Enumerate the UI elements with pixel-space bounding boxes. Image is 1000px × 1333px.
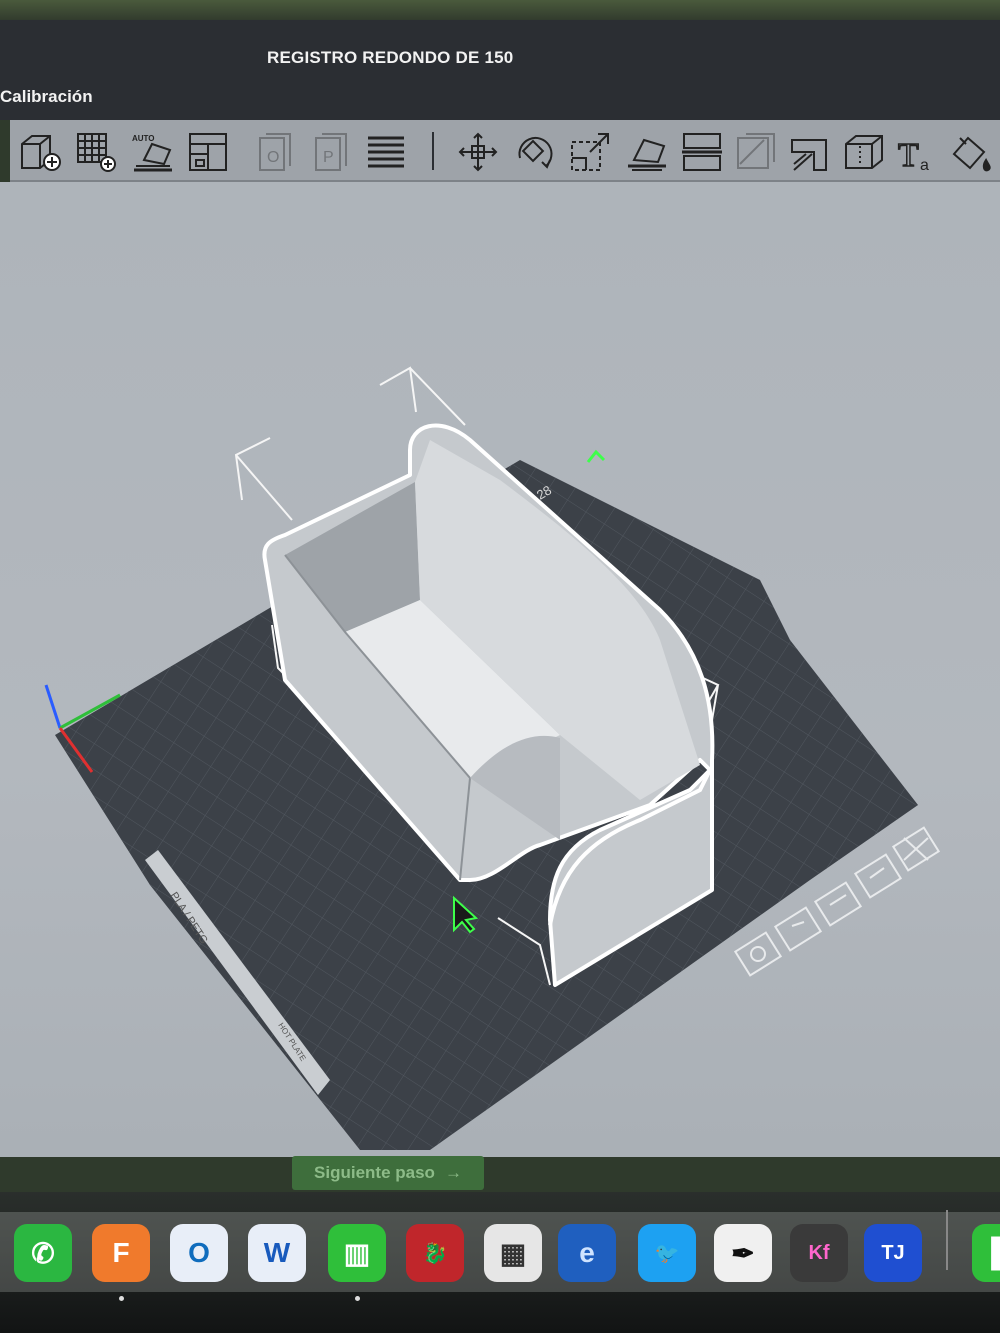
plate-close-icon <box>891 826 941 872</box>
seam-paint-icon[interactable] <box>842 130 886 174</box>
part-p-icon[interactable]: P <box>310 130 354 174</box>
gizmo-handle-icon <box>586 449 606 463</box>
support-paint-icon[interactable] <box>788 130 832 174</box>
numbers-app-icon[interactable]: ▥ <box>328 1224 386 1282</box>
twitter-app-icon[interactable]: 🐦 <box>638 1224 696 1282</box>
fusion-app-icon[interactable]: F <box>92 1224 150 1282</box>
next-step-label: Siguiente paso <box>314 1163 435 1182</box>
whatsapp-app-icon[interactable]: ✆ <box>14 1224 72 1282</box>
add-cube-icon[interactable] <box>18 130 62 174</box>
next-step-button[interactable]: Siguiente paso → <box>292 1156 484 1190</box>
plate-orient-icon <box>853 853 903 899</box>
menu-calibracion[interactable]: Calibración <box>0 87 93 107</box>
svg-text:P: P <box>323 149 334 166</box>
numbers-app-running-indicator <box>355 1296 360 1301</box>
auto-orient-icon[interactable]: AUTO <box>130 130 174 174</box>
3d-viewport[interactable]: PLA / PETG HOT PLATE 28 <box>0 182 1000 1157</box>
dock-separator <box>946 1210 948 1270</box>
plate-arrange-icon <box>813 881 863 927</box>
scale-icon[interactable] <box>568 130 612 174</box>
svg-text:T: T <box>898 137 919 174</box>
window-title: REGISTRO REDONDO DE 150 <box>267 48 514 67</box>
font-app-icon[interactable]: Kf <box>790 1224 848 1282</box>
part-o-icon[interactable]: O <box>254 130 298 174</box>
svg-text:a: a <box>920 157 929 174</box>
arrange-icon[interactable] <box>186 130 230 174</box>
edge-app-icon[interactable]: e <box>558 1224 616 1282</box>
green-app-icon[interactable]: ▌ <box>972 1224 1000 1282</box>
outlook-app-icon[interactable]: O <box>170 1224 228 1282</box>
scene-svg: PLA / PETG HOT PLATE 28 <box>44 366 941 1150</box>
rotate-icon[interactable] <box>512 130 556 174</box>
fusion-app-running-indicator <box>119 1296 124 1301</box>
svg-text:AUTO: AUTO <box>132 134 155 143</box>
variable-layer-icon[interactable] <box>734 130 778 174</box>
pen-app-icon[interactable]: ✒ <box>714 1224 772 1282</box>
tj-app-icon[interactable]: TJ <box>864 1224 922 1282</box>
plate-slice-icon <box>773 906 823 952</box>
text-icon[interactable]: Ta <box>896 130 940 174</box>
arrow-right-icon: → <box>444 1163 462 1182</box>
menu-bar <box>0 80 1000 120</box>
plate-settings-icon <box>733 931 783 977</box>
lay-on-face-icon[interactable] <box>624 130 668 174</box>
word-app-icon[interactable]: W <box>248 1224 306 1282</box>
svg-text:O: O <box>267 149 279 166</box>
color-paint-icon[interactable] <box>948 130 992 174</box>
calculator-app-icon[interactable]: ▦ <box>484 1224 542 1282</box>
layers-icon[interactable] <box>364 130 408 174</box>
add-grid-icon[interactable] <box>74 130 118 174</box>
toolbar-separator <box>432 132 434 170</box>
dragon-app-icon[interactable]: 🐉 <box>406 1224 464 1282</box>
cut-icon[interactable] <box>680 130 724 174</box>
move-icon[interactable] <box>456 130 500 174</box>
